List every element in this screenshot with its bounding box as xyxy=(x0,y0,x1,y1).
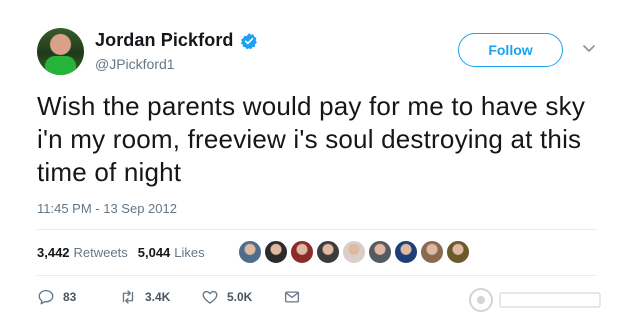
retweets-count[interactable]: 3,442 xyxy=(37,245,70,260)
liker-avatars xyxy=(238,240,472,264)
liker-avatar[interactable] xyxy=(238,240,262,264)
liker-avatar[interactable] xyxy=(420,240,444,264)
liker-avatar[interactable] xyxy=(264,240,288,264)
tweet-text: Wish the parents would pay for me to hav… xyxy=(37,91,586,187)
follow-button[interactable]: Follow xyxy=(458,33,563,67)
likes-label[interactable]: Likes xyxy=(174,245,204,260)
liker-avatar[interactable] xyxy=(446,240,470,264)
envelope-icon[interactable] xyxy=(283,288,301,306)
like-action[interactable]: 5.0K xyxy=(201,288,283,306)
divider xyxy=(37,229,597,230)
watermark-logo xyxy=(469,288,601,312)
retweet-action[interactable]: 3.4K xyxy=(119,288,201,306)
user-handle[interactable]: @JPickford1 xyxy=(95,56,175,72)
verified-badge-icon xyxy=(240,32,257,49)
display-name[interactable]: Jordan Pickford xyxy=(95,30,234,51)
avatar[interactable] xyxy=(37,28,84,75)
engagement-stats: 3,442 Retweets 5,044 Likes xyxy=(37,245,205,260)
tweet-timestamp[interactable]: 11:45 PM - 13 Sep 2012 xyxy=(37,201,177,216)
avatar-shirt xyxy=(45,56,76,75)
liker-avatar[interactable] xyxy=(394,240,418,264)
retweet-icon[interactable] xyxy=(119,288,137,306)
heart-icon[interactable] xyxy=(201,288,219,306)
reply-count: 83 xyxy=(63,290,77,304)
tweet-actions: 83 3.4K 5.0K xyxy=(37,288,309,306)
tweet-card: Jordan Pickford @JPickford1 Follow Wish … xyxy=(0,0,619,330)
retweet-count: 3.4K xyxy=(145,290,171,304)
like-count: 5.0K xyxy=(227,290,253,304)
liker-avatar[interactable] xyxy=(368,240,392,264)
reply-icon[interactable] xyxy=(37,288,55,306)
liker-avatar[interactable] xyxy=(290,240,314,264)
liker-avatar[interactable] xyxy=(316,240,340,264)
user-name-row: Jordan Pickford xyxy=(95,30,258,51)
liker-avatar[interactable] xyxy=(342,240,366,264)
retweets-label[interactable]: Retweets xyxy=(74,245,128,260)
message-action[interactable] xyxy=(283,288,309,306)
divider xyxy=(37,275,597,276)
reply-action[interactable]: 83 xyxy=(37,288,119,306)
chevron-down-icon[interactable] xyxy=(582,44,596,54)
likes-count[interactable]: 5,044 xyxy=(138,245,171,260)
